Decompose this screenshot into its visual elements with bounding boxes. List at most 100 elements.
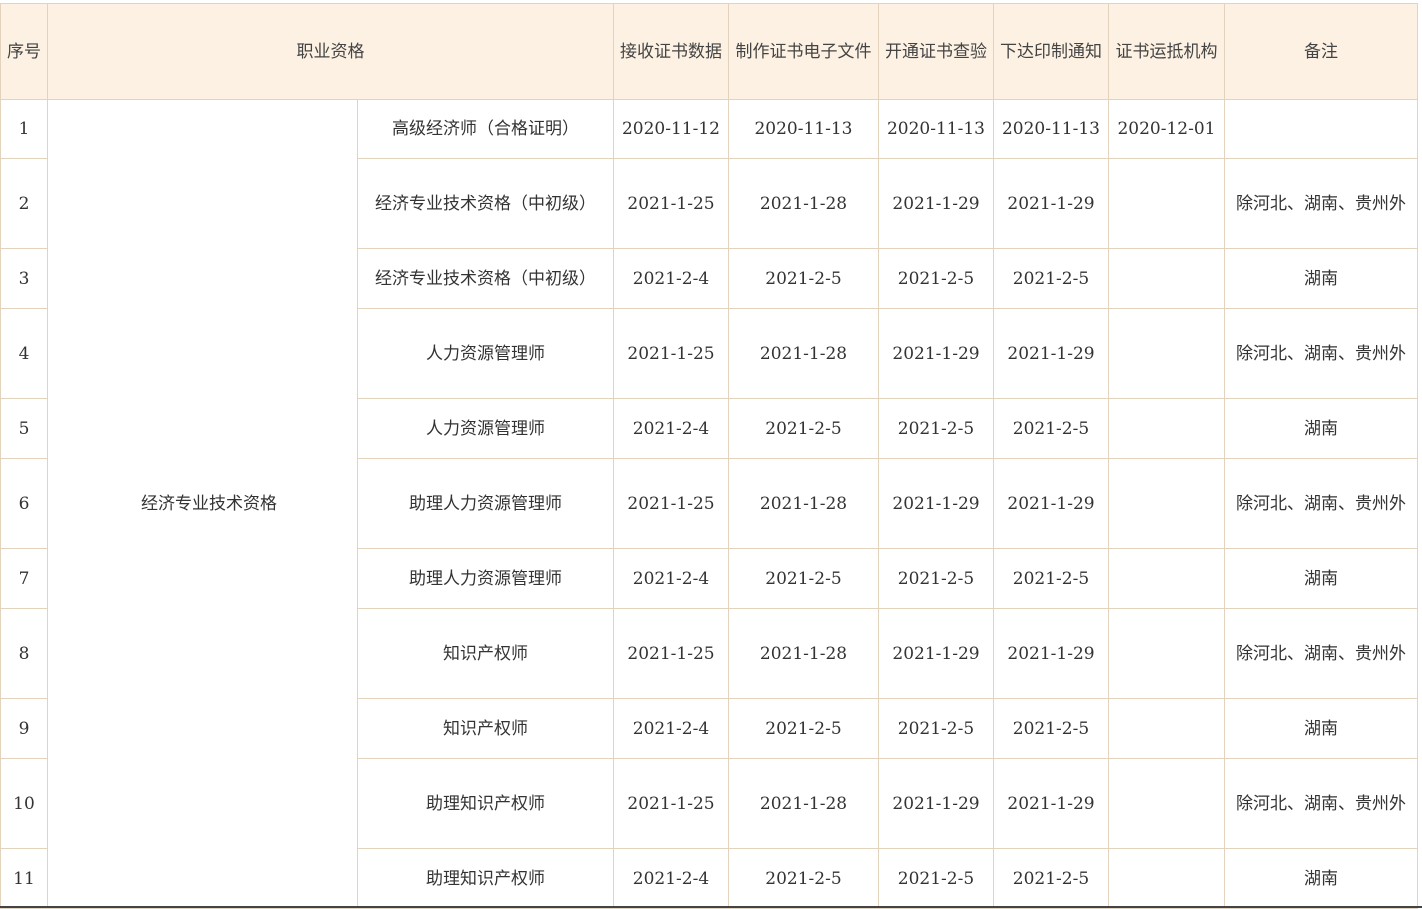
qualification-name: 助理知识产权师 <box>357 848 614 909</box>
receive-date: 2021-1-25 <box>613 608 729 699</box>
print-notice-date: 2021-2-5 <box>993 398 1109 459</box>
verify-date: 2021-2-5 <box>878 248 994 309</box>
remark-cell: 湖南 <box>1224 548 1418 609</box>
remark-cell: 除河北、湖南、贵州外 <box>1224 758 1418 849</box>
print-notice-date: 2021-1-29 <box>993 458 1109 549</box>
verify-date: 2021-2-5 <box>878 398 994 459</box>
remark-cell: 湖南 <box>1224 248 1418 309</box>
qualification-name: 知识产权师 <box>357 698 614 759</box>
arrive-date <box>1108 398 1225 459</box>
print-notice-date: 2021-2-5 <box>993 548 1109 609</box>
category-cell: 经济专业技术资格 <box>47 99 358 909</box>
header-produce-file: 制作证书电子文件 <box>728 3 879 100</box>
remark-cell: 湖南 <box>1224 698 1418 759</box>
produce-date: 2021-2-5 <box>728 248 879 309</box>
print-notice-date: 2021-2-5 <box>993 248 1109 309</box>
print-notice-date: 2021-1-29 <box>993 158 1109 249</box>
receive-date: 2021-2-4 <box>613 548 729 609</box>
row-seq: 6 <box>0 458 48 549</box>
row-seq: 7 <box>0 548 48 609</box>
row-seq: 9 <box>0 698 48 759</box>
row-seq: 8 <box>0 608 48 699</box>
receive-date: 2021-2-4 <box>613 698 729 759</box>
row-seq: 4 <box>0 308 48 399</box>
certificate-schedule-table: 序号 职业资格 接收证书数据 制作证书电子文件 开通证书查验 下达印制通知 证书… <box>0 3 1418 909</box>
arrive-date <box>1108 758 1225 849</box>
produce-date: 2020-11-13 <box>728 99 879 159</box>
produce-date: 2021-2-5 <box>728 848 879 909</box>
arrive-date <box>1108 158 1225 249</box>
qualification-name: 经济专业技术资格（中初级） <box>357 248 614 309</box>
table-row: 1 经济专业技术资格 高级经济师（合格证明） 2020-11-12 2020-1… <box>0 99 1418 909</box>
receive-date: 2021-2-4 <box>613 398 729 459</box>
remark-cell: 除河北、湖南、贵州外 <box>1224 608 1418 699</box>
header-arrive-agency: 证书运抵机构 <box>1108 3 1225 100</box>
receive-date: 2021-2-4 <box>613 848 729 909</box>
produce-date: 2021-1-28 <box>728 758 879 849</box>
arrive-date <box>1108 608 1225 699</box>
remark-cell: 除河北、湖南、贵州外 <box>1224 158 1418 249</box>
verify-date: 2020-11-13 <box>878 99 994 159</box>
produce-date: 2021-2-5 <box>728 398 879 459</box>
receive-date: 2020-11-12 <box>613 99 729 159</box>
verify-date: 2021-1-29 <box>878 458 994 549</box>
verify-date: 2021-2-5 <box>878 698 994 759</box>
header-seq: 序号 <box>0 3 48 100</box>
qualification-name: 助理知识产权师 <box>357 758 614 849</box>
remark-cell: 湖南 <box>1224 848 1418 909</box>
produce-date: 2021-2-5 <box>728 698 879 759</box>
print-notice-date: 2021-1-29 <box>993 608 1109 699</box>
header-receive-data: 接收证书数据 <box>613 3 729 100</box>
header-open-verify: 开通证书查验 <box>878 3 994 100</box>
receive-date: 2021-2-4 <box>613 248 729 309</box>
verify-date: 2021-1-29 <box>878 158 994 249</box>
produce-date: 2021-2-5 <box>728 548 879 609</box>
produce-date: 2021-1-28 <box>728 308 879 399</box>
print-notice-date: 2021-1-29 <box>993 308 1109 399</box>
print-notice-date: 2020-11-13 <box>993 99 1109 159</box>
receive-date: 2021-1-25 <box>613 458 729 549</box>
header-row: 序号 职业资格 接收证书数据 制作证书电子文件 开通证书查验 下达印制通知 证书… <box>0 3 1418 100</box>
qualification-name: 经济专业技术资格（中初级） <box>357 158 614 249</box>
receive-date: 2021-1-25 <box>613 308 729 399</box>
arrive-date <box>1108 698 1225 759</box>
row-seq: 1 <box>0 99 48 159</box>
produce-date: 2021-1-28 <box>728 608 879 699</box>
qualification-name: 助理人力资源管理师 <box>357 548 614 609</box>
header-qualification: 职业资格 <box>47 3 614 100</box>
table-header: 序号 职业资格 接收证书数据 制作证书电子文件 开通证书查验 下达印制通知 证书… <box>0 3 1418 100</box>
produce-date: 2021-1-28 <box>728 158 879 249</box>
arrive-date <box>1108 248 1225 309</box>
verify-date: 2021-2-5 <box>878 548 994 609</box>
header-print-notice: 下达印制通知 <box>993 3 1109 100</box>
arrive-date: 2020-12-01 <box>1108 99 1225 159</box>
remark-cell <box>1224 99 1418 159</box>
row-seq: 3 <box>0 248 48 309</box>
qualification-name: 助理人力资源管理师 <box>357 458 614 549</box>
category-label: 经济专业技术资格 <box>141 494 277 514</box>
qualification-name: 人力资源管理师 <box>357 308 614 399</box>
table-body: 1 经济专业技术资格 高级经济师（合格证明） 2020-11-12 2020-1… <box>0 99 1418 909</box>
remark-cell: 除河北、湖南、贵州外 <box>1224 308 1418 399</box>
row-seq: 2 <box>0 158 48 249</box>
row-seq: 11 <box>0 848 48 909</box>
verify-date: 2021-1-29 <box>878 308 994 399</box>
remark-cell: 除河北、湖南、贵州外 <box>1224 458 1418 549</box>
verify-date: 2021-2-5 <box>878 848 994 909</box>
verify-date: 2021-1-29 <box>878 608 994 699</box>
print-notice-date: 2021-2-5 <box>993 698 1109 759</box>
arrive-date <box>1108 548 1225 609</box>
receive-date: 2021-1-25 <box>613 158 729 249</box>
print-notice-date: 2021-1-29 <box>993 758 1109 849</box>
arrive-date <box>1108 458 1225 549</box>
header-remark: 备注 <box>1224 3 1418 100</box>
row-seq: 10 <box>0 758 48 849</box>
qualification-name: 高级经济师（合格证明） <box>357 99 614 159</box>
qualification-name: 知识产权师 <box>357 608 614 699</box>
print-notice-date: 2021-2-5 <box>993 848 1109 909</box>
qualification-name: 人力资源管理师 <box>357 398 614 459</box>
verify-date: 2021-1-29 <box>878 758 994 849</box>
remark-cell: 湖南 <box>1224 398 1418 459</box>
arrive-date <box>1108 308 1225 399</box>
receive-date: 2021-1-25 <box>613 758 729 849</box>
